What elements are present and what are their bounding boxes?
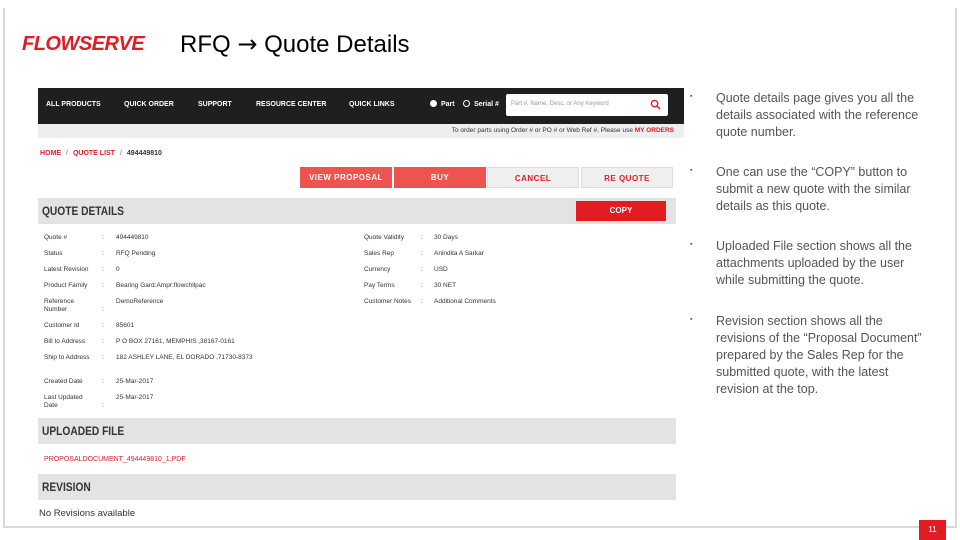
- search-icon[interactable]: [650, 99, 661, 110]
- label-customer-notes: Customer Notes: [364, 298, 411, 305]
- slide-title: RFQ → Quote Details: [180, 30, 410, 59]
- bullet-dot-icon: ▪: [690, 316, 693, 323]
- value-quote-number: 494449810: [116, 234, 149, 241]
- nav-resource-center[interactable]: RESOURCE CENTER: [256, 101, 326, 108]
- copy-button[interactable]: COPY: [576, 201, 666, 221]
- revision-header: REVISION: [38, 474, 676, 500]
- radio-serial-label: Serial #: [474, 101, 499, 108]
- bullet-text: Quote details page gives you all the det…: [716, 91, 919, 139]
- label-currency: Currency: [364, 266, 391, 273]
- buy-button[interactable]: BUY: [394, 167, 486, 188]
- page-number: 11: [919, 520, 946, 540]
- bullet-text: One can use the “COPY” button to submit …: [716, 165, 911, 213]
- radio-part[interactable]: [430, 100, 437, 107]
- uploaded-file-header: UPLOADED FILE: [38, 418, 676, 444]
- bullet-text: Uploaded File section shows all the atta…: [716, 239, 912, 287]
- label-status: Status: [44, 250, 63, 257]
- arrow-icon: →: [237, 30, 258, 58]
- breadcrumb-home[interactable]: HOME: [40, 150, 61, 157]
- uploaded-file-title: UPLOADED FILE: [42, 424, 125, 438]
- label-sales-rep: Sales Rep: [364, 250, 394, 257]
- label-product-family: Product Family: [44, 282, 88, 289]
- nav-all-products[interactable]: ALL PRODUCTS: [46, 101, 101, 108]
- label-last-updated-date: Last Updated Date: [44, 394, 83, 409]
- value-sales-rep: Anindita A Sarkar: [434, 250, 484, 257]
- bullet-dot-icon: ▪: [690, 93, 693, 100]
- search-placeholder: Part #, Name, Desc. or Any Keyword: [511, 101, 609, 107]
- bullet-dot-icon: ▪: [690, 167, 693, 174]
- value-latest-revision: 0: [116, 266, 120, 273]
- breadcrumb-quote-list[interactable]: QUOTE LIST: [73, 150, 115, 157]
- flowserve-logo: FLOWSERVE: [22, 33, 145, 55]
- value-product-family: Bearing Gard:Ampr:flowchllpac: [116, 282, 206, 289]
- order-help-bar: To order parts using Order # or PO # or …: [38, 124, 684, 138]
- my-orders-link[interactable]: MY ORDERS: [635, 127, 674, 134]
- title-rfq: RFQ: [180, 31, 231, 58]
- value-status: RFQ Pending: [116, 250, 156, 257]
- label-ship-to-address: Ship to Address: [44, 354, 90, 361]
- value-reference-number: DemoReference: [116, 298, 164, 305]
- breadcrumb: HOME / QUOTE LIST/494449810: [40, 150, 162, 157]
- value-customer-notes: Additional Comments: [434, 298, 496, 305]
- value-currency: USD: [434, 266, 448, 273]
- top-nav: ALL PRODUCTS QUICK ORDER SUPPORT RESOURC…: [38, 88, 684, 124]
- value-customer-id: 85601: [116, 322, 135, 329]
- value-bill-to-address: P O BOX 27161, MEMPHIS ,38167-0161: [116, 338, 235, 345]
- nav-support[interactable]: SUPPORT: [198, 101, 232, 108]
- nav-quick-links[interactable]: QUICK LINKS: [349, 101, 395, 108]
- value-last-updated-date: 25-Mar-2017: [116, 394, 154, 401]
- cancel-button[interactable]: CANCEL: [487, 167, 579, 188]
- no-revisions-text: No Revisions available: [39, 508, 136, 519]
- quote-details-title: QUOTE DETAILS: [42, 204, 124, 218]
- label-quote-validity: Quote Validity: [364, 234, 404, 241]
- nav-quick-order[interactable]: QUICK ORDER: [124, 101, 174, 108]
- quote-details-screenshot: ALL PRODUCTS QUICK ORDER SUPPORT RESOURC…: [38, 88, 684, 520]
- order-help-text: To order parts using Order # or PO # or …: [451, 127, 674, 134]
- requote-button[interactable]: RE QUOTE: [581, 167, 673, 188]
- value-ship-to-address: 182 ASHLEY LANE, EL DORADO ,71730-8373: [116, 354, 253, 361]
- revision-title: REVISION: [42, 480, 91, 494]
- uploaded-file-link[interactable]: PROPOSALDOCUMENT_494449810_1.PDF: [44, 456, 186, 463]
- bullet-dot-icon: ▪: [690, 241, 693, 248]
- label-customer-id: Customer Id: [44, 322, 80, 329]
- view-proposal-button[interactable]: VIEW PROPOSAL: [300, 167, 392, 188]
- value-created-date: 25-Mar-2017: [116, 378, 154, 385]
- value-pay-terms: 30 NET: [434, 282, 457, 289]
- label-quote-number: Quote #: [44, 234, 68, 241]
- radio-serial[interactable]: [463, 100, 470, 107]
- bullet-text: Revision section shows all the revisions…: [716, 314, 922, 396]
- search-input[interactable]: Part #, Name, Desc. or Any Keyword: [506, 94, 668, 116]
- label-pay-terms: Pay Terms: [364, 282, 395, 289]
- radio-part-label: Part: [441, 101, 455, 108]
- label-latest-revision: Latest Revision: [44, 266, 89, 273]
- label-created-date: Created Date: [44, 378, 83, 385]
- breadcrumb-current: 494449810: [126, 150, 162, 157]
- value-quote-validity: 30 Days: [434, 234, 458, 241]
- label-reference-number: Reference Number: [44, 298, 74, 313]
- label-bill-to-address: Bill to Address: [44, 338, 86, 345]
- title-quote-details: Quote Details: [264, 31, 410, 58]
